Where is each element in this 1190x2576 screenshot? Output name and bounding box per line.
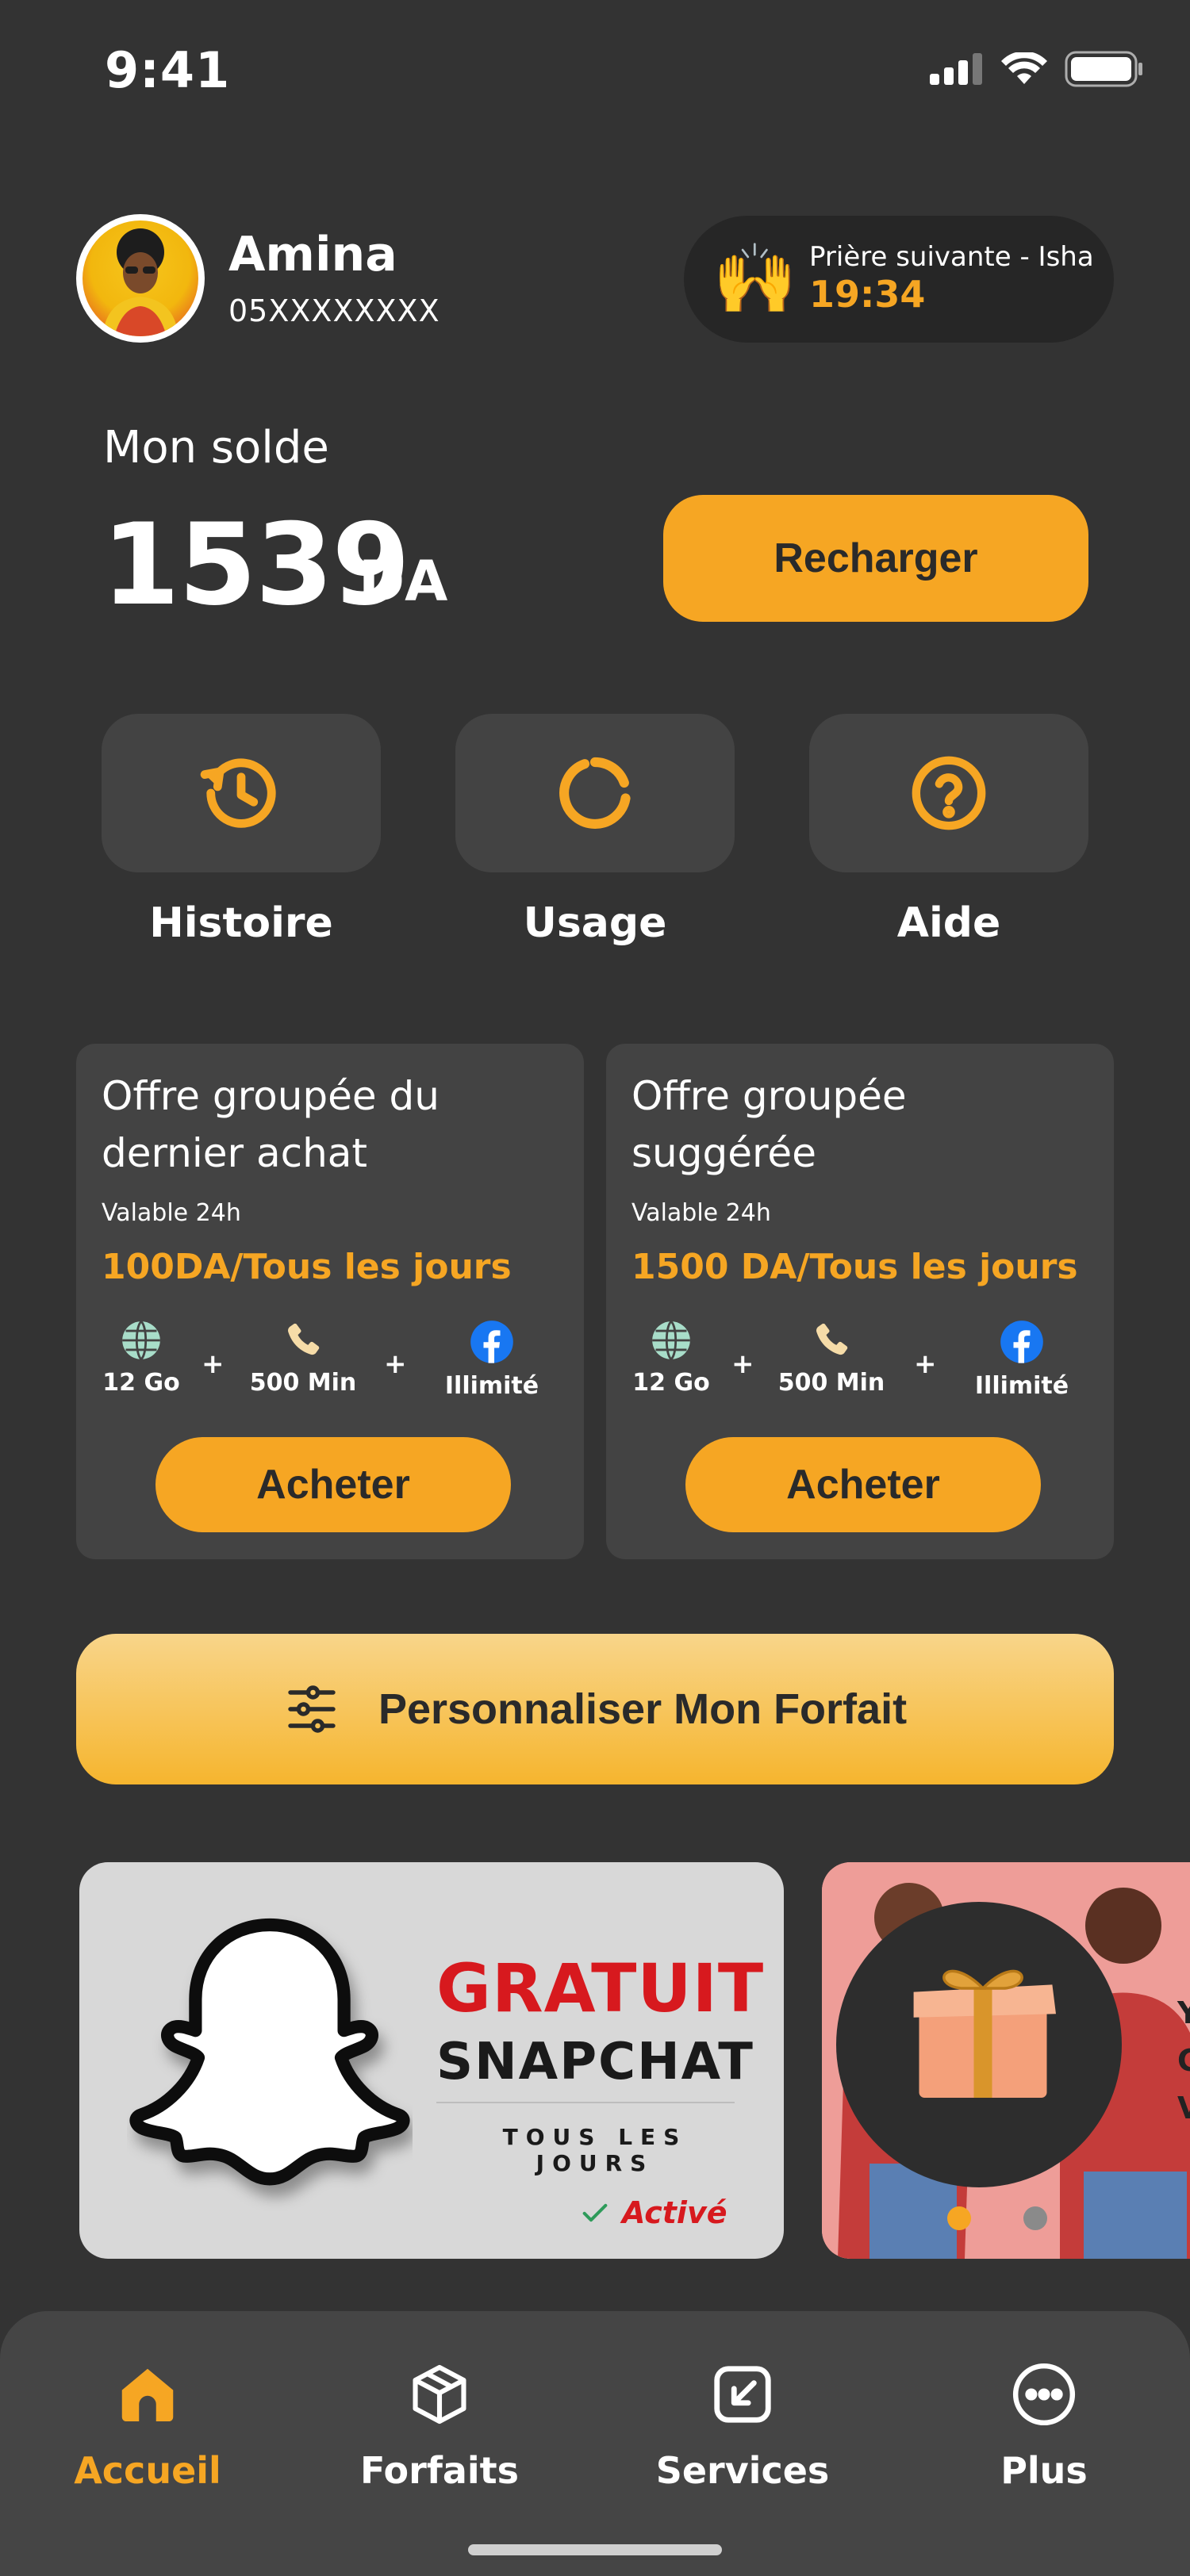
signal-icon bbox=[930, 53, 982, 85]
phone-icon bbox=[816, 1323, 848, 1355]
offer-feature-facebook-label: Illimité bbox=[444, 1372, 539, 1400]
offer-feature-facebook: Illimité bbox=[966, 1320, 1077, 1400]
phone-icon bbox=[288, 1323, 320, 1355]
home-indicator[interactable] bbox=[468, 2544, 722, 2555]
snapchat-status-label: Activé bbox=[622, 2195, 727, 2230]
nav-item-forfaits[interactable]: Forfaits bbox=[336, 2360, 543, 2492]
plus-sign: + bbox=[914, 1348, 937, 1380]
offer-feature-minutes: 500 Min bbox=[248, 1320, 359, 1397]
offer-feature-facebook: Illimité bbox=[436, 1320, 547, 1400]
usage-ring-icon bbox=[559, 757, 631, 829]
personalize-plan-label: Personnaliser Mon Forfait bbox=[378, 1685, 908, 1733]
status-icons bbox=[928, 51, 1144, 87]
globe-icon bbox=[122, 1321, 160, 1360]
package-icon bbox=[413, 2364, 466, 2425]
status-time: 9:41 bbox=[105, 41, 231, 99]
nav-label-plus: Plus bbox=[1000, 2449, 1088, 2492]
offer-feature-data: 12 Go bbox=[616, 1320, 727, 1397]
home-icon bbox=[121, 2368, 174, 2422]
offer-price: 1500 DA/Tous les jours bbox=[631, 1247, 1078, 1287]
usage-button[interactable] bbox=[455, 714, 735, 872]
snapchat-headline: GRATUIT bbox=[436, 1949, 765, 2027]
facebook-icon bbox=[470, 1321, 513, 1363]
prayer-label: Prière suivante - Isha bbox=[809, 241, 1094, 273]
buy-button-last-purchase[interactable]: Acheter bbox=[155, 1437, 511, 1532]
avatar-image bbox=[83, 220, 198, 336]
offer-price: 100DA/Tous les jours bbox=[102, 1247, 512, 1287]
history-icon bbox=[200, 758, 276, 828]
plus-sign: + bbox=[202, 1348, 225, 1380]
help-label: Aide bbox=[896, 899, 1001, 947]
offer-validity: Valable 24h bbox=[631, 1199, 771, 1227]
nav-item-services[interactable]: Services bbox=[639, 2360, 846, 2492]
avatar[interactable] bbox=[76, 214, 205, 343]
balance-currency: DA bbox=[359, 549, 448, 614]
personalize-plan-button[interactable]: Personnaliser Mon Forfait bbox=[76, 1634, 1114, 1784]
snapchat-title: SNAPCHAT bbox=[436, 2033, 754, 2091]
prayer-time: 19:34 bbox=[809, 273, 926, 316]
gift-banner-text: Y C V bbox=[1177, 1995, 1190, 2126]
offer-feature-minutes-label: 500 Min bbox=[249, 1369, 357, 1397]
offer-validity: Valable 24h bbox=[102, 1199, 241, 1227]
snapchat-status: Activé bbox=[579, 2195, 727, 2230]
offer-title-line1: Offre groupée du bbox=[102, 1073, 440, 1119]
nav-label-home: Accueil bbox=[74, 2449, 221, 2492]
carousel-dot-active[interactable] bbox=[947, 2206, 971, 2230]
nav-item-home[interactable]: Accueil bbox=[44, 2360, 251, 2492]
nav-label-forfaits: Forfaits bbox=[359, 2449, 520, 2492]
battery-icon bbox=[1065, 51, 1142, 87]
gift-promo-banner[interactable]: Y C V bbox=[822, 1862, 1190, 2259]
snapchat-divider bbox=[436, 2102, 735, 2103]
carousel-dot[interactable] bbox=[1023, 2206, 1047, 2230]
history-button[interactable] bbox=[102, 714, 381, 872]
user-name: Amina bbox=[228, 227, 397, 282]
wifi-icon bbox=[1001, 52, 1047, 84]
offer-feature-data-label: 12 Go bbox=[632, 1369, 710, 1397]
nav-label-services: Services bbox=[655, 2449, 830, 2492]
gift-box-icon bbox=[913, 1969, 1056, 2098]
snapchat-subtitle: TOUS LES JOURS bbox=[502, 2124, 688, 2176]
snapchat-promo-banner[interactable]: GRATUIT SNAPCHAT TOUS LES JOURS Activé bbox=[79, 1862, 784, 2259]
plus-sign: + bbox=[731, 1348, 754, 1380]
offer-feature-minutes-label: 500 Min bbox=[777, 1369, 885, 1397]
help-icon bbox=[912, 756, 986, 830]
plus-sign: + bbox=[384, 1348, 407, 1380]
help-button[interactable] bbox=[809, 714, 1088, 872]
nav-item-plus[interactable]: Plus bbox=[941, 2360, 1147, 2492]
offer-title-line2: suggérée bbox=[631, 1130, 816, 1176]
user-phone: 05XXXXXXXX bbox=[228, 293, 440, 328]
history-label: Histoire bbox=[149, 899, 333, 947]
sliders-icon bbox=[288, 1685, 336, 1733]
more-dots-icon bbox=[1012, 2363, 1076, 2426]
services-arrow-icon bbox=[714, 2366, 771, 2423]
snapchat-ghost-icon bbox=[129, 1918, 410, 2186]
offer-feature-data: 12 Go bbox=[86, 1320, 197, 1397]
globe-icon bbox=[652, 1321, 690, 1360]
offer-feature-minutes: 500 Min bbox=[776, 1320, 887, 1397]
recharge-button[interactable]: Recharger bbox=[663, 495, 1088, 622]
facebook-icon bbox=[1000, 1321, 1043, 1363]
praying-hands-icon: 🙌 bbox=[712, 240, 798, 319]
offer-feature-data-label: 12 Go bbox=[102, 1369, 180, 1397]
usage-label: Usage bbox=[523, 899, 667, 947]
buy-button-suggested[interactable]: Acheter bbox=[685, 1437, 1041, 1532]
offer-title-line2: dernier achat bbox=[102, 1130, 368, 1176]
offer-title-line1: Offre groupée bbox=[631, 1073, 907, 1119]
check-icon bbox=[582, 2203, 608, 2222]
balance-label: Mon solde bbox=[103, 422, 329, 473]
offer-feature-facebook-label: Illimité bbox=[974, 1372, 1069, 1400]
